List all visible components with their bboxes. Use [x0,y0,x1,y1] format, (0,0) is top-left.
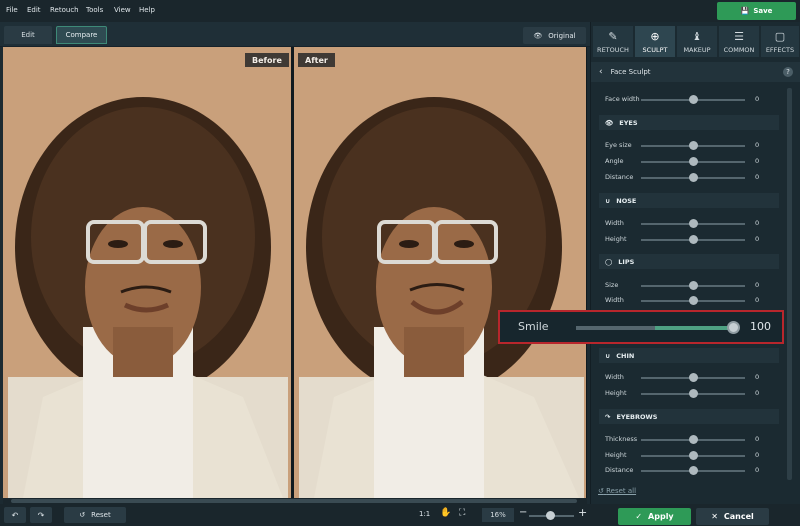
redo-button[interactable]: ↷ [30,507,52,523]
menu-tools[interactable]: Tools [86,6,103,14]
slider-eye-size[interactable]: Eye size 0 [591,139,791,153]
smile-value: 100 [750,320,771,333]
zoom-out-button[interactable]: − [519,507,527,518]
apply-button[interactable]: ✓ Apply [618,508,691,525]
after-label: After [298,53,335,67]
menu-view[interactable]: View [114,6,131,14]
zoom-slider-knob[interactable] [546,511,555,520]
panel-tab-common[interactable]: ☰ COMMON [719,26,759,57]
panel-tab-makeup[interactable]: ♝ MAKEUP [677,26,717,57]
view-tabs: Edit Compare [0,22,590,47]
menubar: File Edit Retouch Tools View Help 💾 Save [0,0,800,22]
save-icon: 💾 [740,7,750,15]
slider-knob[interactable] [689,157,698,166]
slider-eye-distance[interactable]: Distance 0 [591,171,791,185]
slider-knob[interactable] [689,95,698,104]
section-lips[interactable]: ◯ LIPS [599,254,779,269]
undo-button[interactable]: ↶ [4,507,26,523]
fit-screen-icon[interactable]: ⛶ [459,508,465,518]
eyebrows-icon: ↷ [605,412,611,421]
panel-header: ‹ Face Sculpt ? [591,62,800,82]
slider-chin-width[interactable]: Width 0 [591,371,791,385]
slider-knob[interactable] [689,466,698,475]
slider-eyebrows-thickness[interactable]: Thickness 0 [591,433,791,447]
slider-eye-angle[interactable]: Angle 0 [591,155,791,169]
slider-lips-width[interactable]: Width 0 [591,294,791,308]
cancel-button[interactable]: ✕ Cancel [696,508,769,525]
slider-knob[interactable] [689,389,698,398]
right-panel: ✎ RETOUCH ⊕ SCULPT ♝ MAKEUP ☰ COMMON ▢ E… [590,22,800,504]
redo-icon: ↷ [37,510,45,520]
original-button[interactable]: 👁 Original [523,27,586,44]
save-button[interactable]: 💾 Save [717,2,796,20]
slider-knob[interactable] [689,451,698,460]
tab-edit[interactable]: Edit [4,26,52,44]
section-nose[interactable]: ∪ NOSE [599,193,779,208]
undo-icon: ↶ [11,510,19,520]
panel-scrollbar[interactable] [787,88,792,480]
slider-chin-height[interactable]: Height 0 [591,387,791,401]
smile-slider-highlight[interactable]: Smile 100 [498,310,784,344]
slider-nose-height[interactable]: Height 0 [591,233,791,247]
slider-eyebrows-distance[interactable]: Distance 0 [591,464,791,478]
smile-fill [655,326,734,330]
bottom-bar: ↶ ↷ ↺ Reset 1:1 ✋ ⛶ 16% − + ✓ Apply ✕ Ca… [0,504,800,526]
panel-tab-sculpt[interactable]: ⊕ SCULPT [635,26,675,57]
smile-label: Smile [518,320,549,333]
section-eyes[interactable]: 👁 EYES [599,115,779,130]
slider-knob[interactable] [689,373,698,382]
slider-knob[interactable] [689,296,698,305]
before-photo[interactable] [3,47,291,498]
slider-eyebrows-height[interactable]: Height 0 [591,449,791,463]
eye-icon: 👁 [533,31,543,40]
help-icon[interactable]: ? [783,67,793,77]
common-icon: ☰ [734,30,744,43]
slider-lips-size[interactable]: Size 0 [591,279,791,293]
chin-icon: ∪ [605,351,611,360]
nose-icon: ∪ [605,196,611,205]
zoom-1-1-button[interactable]: 1:1 [419,510,430,518]
reset-icon: ↺ [79,511,86,519]
section-eyebrows[interactable]: ↷ EYEBROWS [599,409,779,424]
back-chevron-icon[interactable]: ‹ [599,67,603,77]
slider-knob[interactable] [689,235,698,244]
slider-knob[interactable] [689,219,698,228]
after-photo[interactable] [294,47,586,498]
panel-title: Face Sculpt [610,68,651,76]
check-icon: ✓ [635,512,643,521]
makeup-icon: ♝ [692,30,702,43]
tab-compare[interactable]: Compare [56,26,107,44]
zoom-in-button[interactable]: + [578,506,587,519]
lips-icon: ◯ [605,257,613,266]
reset-all-link[interactable]: ↺ Reset all [598,487,636,495]
slider-knob[interactable] [689,173,698,182]
menu-help[interactable]: Help [139,6,155,14]
slider-face-width[interactable]: Face width 0 [591,93,791,107]
zoom-level[interactable]: 16% [482,508,514,522]
sculpt-icon: ⊕ [650,30,660,43]
panel-tab-retouch[interactable]: ✎ RETOUCH [593,26,633,57]
eye-icon: 👁 [605,118,614,127]
panel-tab-effects[interactable]: ▢ EFFECTS [761,26,799,57]
menu-edit[interactable]: Edit [27,6,41,14]
slider-knob[interactable] [689,141,698,150]
retouch-icon: ✎ [608,30,618,43]
effects-icon: ▢ [774,30,786,43]
smile-knob[interactable] [727,321,740,334]
slider-nose-width[interactable]: Width 0 [591,217,791,231]
menu-file[interactable]: File [6,6,18,14]
close-icon: ✕ [711,512,718,521]
reset-icon: ↺ [598,487,604,495]
before-label: Before [245,53,289,67]
slider-knob[interactable] [689,435,698,444]
reset-button[interactable]: ↺ Reset [64,507,126,523]
slider-knob[interactable] [689,281,698,290]
section-chin[interactable]: ∪ CHIN [599,348,779,363]
menu-retouch[interactable]: Retouch [50,6,79,14]
hand-icon[interactable]: ✋ [440,508,451,518]
